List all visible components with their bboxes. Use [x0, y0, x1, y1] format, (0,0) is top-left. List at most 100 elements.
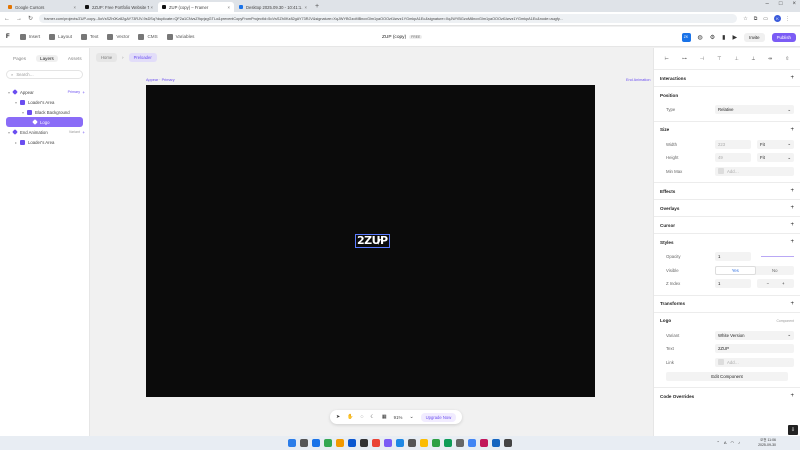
app-icon[interactable] — [456, 439, 464, 447]
align-left-icon[interactable]: ⊢ — [664, 56, 668, 62]
align-middle-icon[interactable]: ⊥ — [734, 56, 738, 62]
sidebar-icon[interactable]: ▭ — [763, 16, 768, 22]
app-icon[interactable] — [348, 439, 356, 447]
app-icon[interactable] — [396, 439, 404, 447]
grid-icon[interactable]: ▦ — [382, 414, 387, 420]
app-icon[interactable] — [468, 439, 476, 447]
analytics-icon[interactable]: ▮ — [722, 34, 725, 41]
forward-icon[interactable]: → — [16, 16, 22, 22]
close-tab-icon[interactable]: × — [228, 5, 230, 10]
link-field[interactable]: Add… — [715, 357, 794, 367]
invite-button[interactable]: Invite — [744, 32, 765, 42]
layer-logo-selected[interactable]: Logo — [6, 117, 83, 127]
opacity-slider[interactable] — [761, 256, 794, 258]
tab-layers[interactable]: Layers — [36, 55, 58, 62]
layers-search[interactable]: ⌕ Search… — [6, 70, 83, 79]
reload-icon[interactable]: ↻ — [28, 15, 33, 22]
add-style-icon[interactable]: + — [790, 239, 794, 245]
app-icon[interactable] — [384, 439, 392, 447]
distribute-v-icon[interactable]: ⇳ — [785, 56, 789, 62]
close-tab-icon[interactable]: × — [74, 5, 76, 10]
layout-button[interactable]: Layout — [49, 33, 72, 40]
browser-tab-active[interactable]: ZUP (copy) – Framer × — [158, 2, 234, 12]
app-icon[interactable] — [312, 439, 320, 447]
layer-end-animation[interactable]: ▾ End Animation Variant + — [0, 127, 89, 137]
minimize-icon[interactable]: – — [766, 1, 769, 7]
add-cursor-icon[interactable]: + — [790, 222, 794, 228]
app-icon[interactable] — [504, 439, 512, 447]
play-preview-icon[interactable]: ▶ — [732, 34, 737, 41]
width-input[interactable]: 223 — [715, 139, 751, 149]
text-button[interactable]: Text — [80, 33, 98, 40]
add-effect-icon[interactable]: + — [790, 188, 794, 194]
url-field[interactable]: framer.com/projects/ZUP-copy--5oVsSZh0Kz… — [39, 14, 738, 23]
dark-mode-icon[interactable]: ☾ — [370, 414, 374, 420]
canvas[interactable]: Home › Preloader Appear · Primary End An… — [90, 48, 653, 436]
variables-button[interactable]: Variables — [166, 33, 194, 40]
breadcrumb-home[interactable]: Home — [96, 53, 118, 62]
browser-tab[interactable]: 2ZUP: Free Portfolio Website Te…× — [81, 2, 157, 12]
close-window-icon[interactable]: × — [792, 1, 796, 7]
cms-button[interactable]: CMS — [138, 33, 158, 40]
logo-element[interactable]: 2ZUP — [355, 234, 390, 248]
app-icon[interactable] — [408, 439, 416, 447]
settings-icon[interactable]: ⚙ — [710, 34, 715, 41]
start-icon[interactable] — [288, 439, 296, 447]
close-tab-icon[interactable]: × — [151, 5, 153, 10]
plus-icon[interactable]: + — [782, 281, 785, 286]
layer-loaders-area[interactable]: ▸ Loader's Area — [0, 137, 89, 147]
align-right-icon[interactable]: ⊣ — [700, 56, 704, 62]
variant-select[interactable]: White Version ⌄ — [715, 330, 794, 340]
app-icon[interactable] — [324, 439, 332, 447]
app-icon[interactable] — [492, 439, 500, 447]
new-tab-icon[interactable]: + — [315, 3, 319, 10]
comment-icon[interactable]: ◌ — [360, 414, 363, 420]
user-avatar[interactable]: ZK — [681, 32, 691, 42]
app-icon[interactable] — [432, 439, 440, 447]
input-language[interactable]: A — [724, 440, 727, 445]
add-icon[interactable]: + — [82, 90, 85, 95]
back-icon[interactable]: ← — [4, 16, 10, 22]
framer-menu-icon[interactable]: F — [6, 34, 10, 40]
layer-loaders-area[interactable]: ▾ Loader's Area — [0, 97, 89, 107]
globe-icon[interactable]: ◍ — [698, 34, 703, 41]
height-input[interactable]: 49 — [715, 153, 751, 163]
publish-button[interactable]: Publish — [771, 32, 796, 42]
volume-icon[interactable]: ♪ — [738, 440, 740, 445]
app-icon[interactable] — [480, 439, 488, 447]
project-title[interactable]: ZUP (copy) FREE — [382, 27, 423, 47]
app-icon[interactable] — [336, 439, 344, 447]
download-icon[interactable]: ⇩ — [788, 425, 798, 435]
align-center-h-icon[interactable]: ⊶ — [682, 56, 687, 62]
profile-avatar[interactable]: K — [774, 15, 781, 22]
add-interaction-icon[interactable]: + — [790, 75, 794, 81]
maximize-icon[interactable]: □ — [779, 1, 783, 7]
pointer-tool-icon[interactable]: ➤ — [336, 414, 340, 420]
extensions-icon[interactable]: ⧉ — [754, 16, 758, 22]
breadcrumb-preloader[interactable]: Preloader — [128, 53, 157, 62]
browser-tab[interactable]: Desktop 2025.09.30 - 10:41:1… × — [235, 2, 311, 12]
tab-pages[interactable]: Pages — [13, 56, 26, 62]
zindex-input[interactable]: 1 — [715, 279, 751, 289]
hand-tool-icon[interactable]: ✋ — [347, 414, 353, 420]
chevron-up-icon[interactable]: ⌃ — [716, 440, 719, 445]
width-mode-select[interactable]: Fit ⌄ — [757, 139, 794, 149]
insert-button[interactable]: Insert — [19, 33, 40, 40]
add-size-icon[interactable]: + — [790, 127, 794, 133]
zindex-stepper[interactable]: − + — [757, 279, 794, 289]
opacity-input[interactable]: 1 — [715, 252, 751, 262]
bookmark-star-icon[interactable]: ☆ — [743, 16, 747, 22]
min-max-field[interactable]: Add… — [715, 166, 794, 176]
clock[interactable]: 오전 11:06 2025-09-30 — [758, 438, 776, 447]
add-transform-icon[interactable]: + — [790, 301, 794, 307]
chevron-down-icon[interactable]: ⌄ — [409, 414, 413, 420]
visible-no[interactable]: No — [756, 266, 795, 275]
search-taskbar-icon[interactable] — [300, 439, 308, 447]
visible-yes[interactable]: Yes — [715, 265, 756, 275]
zoom-level[interactable]: 91% — [394, 415, 403, 420]
logo-text-input[interactable]: 2ZUP — [715, 344, 794, 354]
app-icon[interactable] — [360, 439, 368, 447]
app-icon[interactable] — [420, 439, 428, 447]
position-type-select[interactable]: Relative ⌄ — [715, 105, 794, 115]
tab-assets[interactable]: Assets — [68, 56, 82, 62]
